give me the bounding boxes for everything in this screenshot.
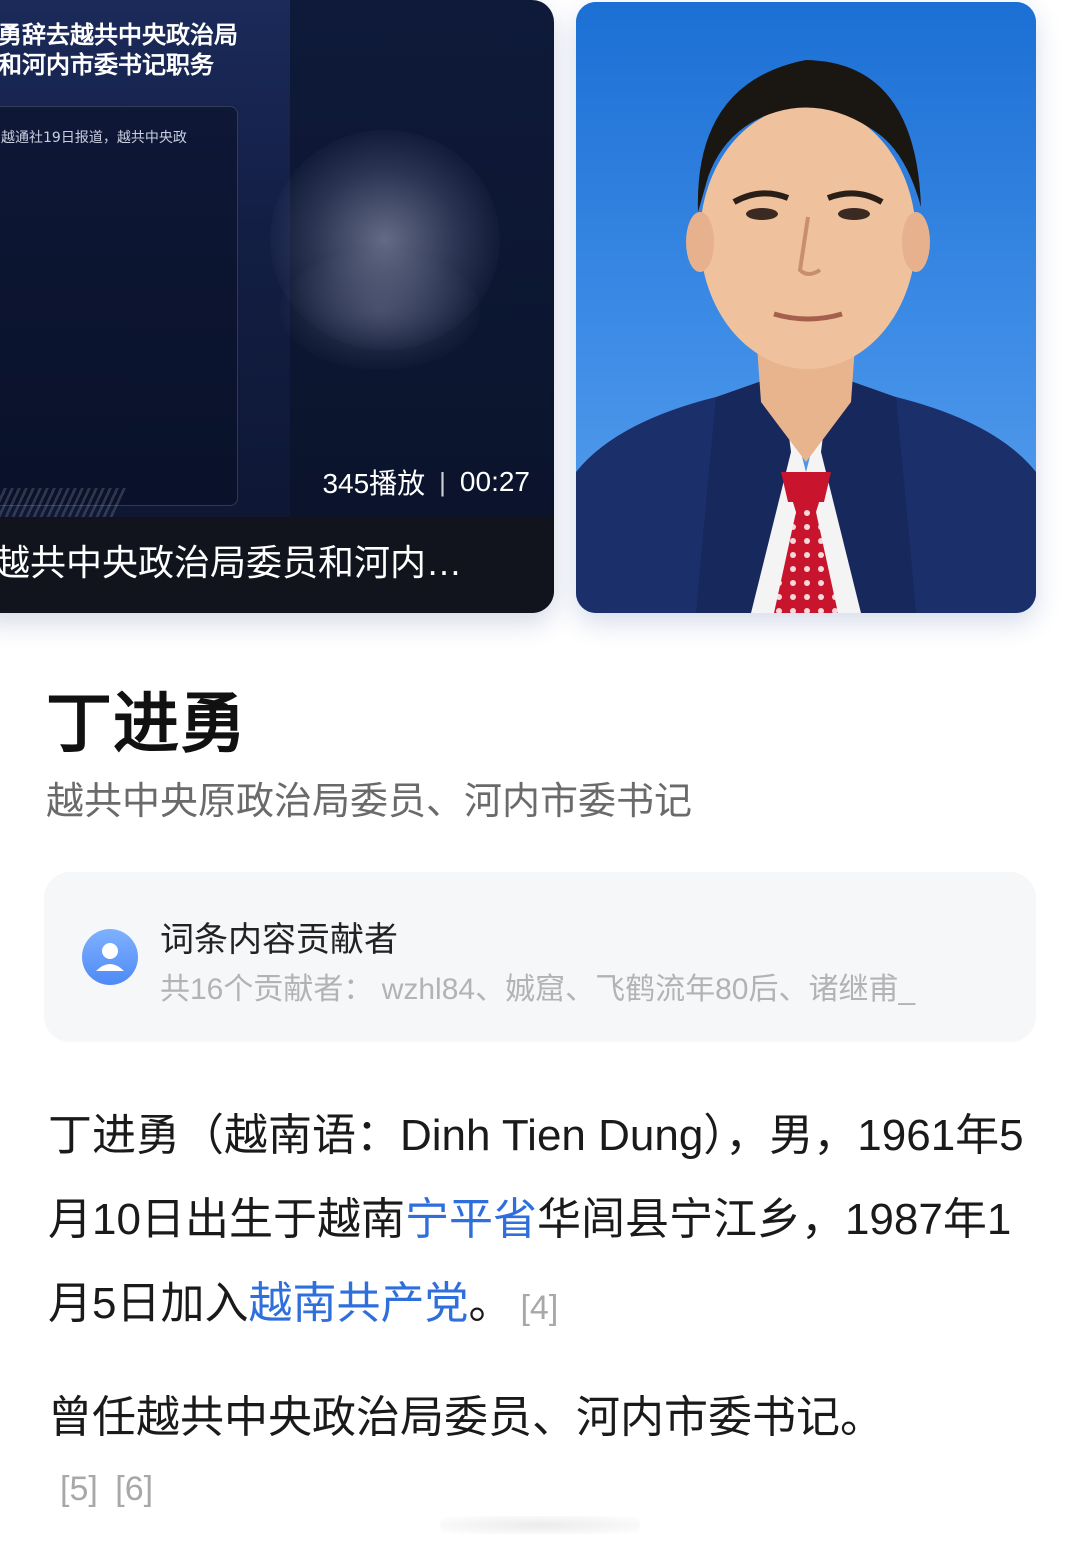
video-inner-text: 越通社19日报道，越共中央政 (1, 130, 187, 146)
video-meta-separator: | (439, 466, 446, 497)
baike-entry-page: 勇辞去越共中央政治局 和河内市委书记职务 越通社19日报道，越共中央政 345播… (0, 0, 1080, 1546)
user-icon (82, 929, 138, 985)
reference-6[interactable]: [6] (115, 1470, 153, 1508)
video-headline-line2: 和河内市委书记职务 (0, 51, 214, 79)
intro-paragraph: 丁进勇（越南语：Dinh Tien Dung），男，1961年5月10日出生于越… (48, 1094, 1038, 1346)
link-ningbinh-province[interactable]: 宁平省 (405, 1195, 537, 1244)
career-paragraph: 曾任越共中央政治局委员、河内市委书记。 (48, 1393, 884, 1442)
references-line: [5] [6] (60, 1470, 161, 1509)
video-card[interactable]: 勇辞去越共中央政治局 和河内市委书记职务 越通社19日报道，越共中央政 345播… (0, 0, 554, 613)
bottom-shadow (440, 1516, 640, 1534)
video-meta: 345播放 | 00:27 (322, 462, 530, 502)
video-decoration (0, 488, 127, 518)
link-vietnam-communist-party[interactable]: 越南共产党 (248, 1279, 468, 1328)
contributors-card[interactable]: 词条内容贡献者 共16个贡献者： wzhl84、娍窟、飞鹤流年80后、诸继甫_ (44, 872, 1036, 1042)
contributors-title: 词条内容贡献者 (160, 921, 398, 959)
video-blur-region-2 (280, 250, 480, 370)
video-duration: 00:27 (459, 466, 530, 497)
video-play-count: 345播放 (322, 468, 426, 499)
video-title[interactable]: 越共中央政治局委员和河内… (0, 539, 554, 587)
portrait-image[interactable] (576, 2, 1036, 613)
person-subtitle: 越共中央原政治局委员、河内市委书记 (46, 781, 693, 823)
reference-4[interactable]: [4] (520, 1289, 558, 1327)
intro-text-c: 。 (468, 1279, 513, 1328)
person-portrait-icon (576, 2, 1036, 613)
video-headline-line1: 勇辞去越共中央政治局 (0, 21, 238, 49)
video-title-bar: 越共中央政治局委员和河内… (0, 517, 554, 613)
video-inner-panel: 越通社19日报道，越共中央政 (0, 106, 238, 506)
reference-5[interactable]: [5] (60, 1470, 98, 1508)
person-name: 丁进勇 (46, 686, 247, 760)
contributors-list[interactable]: 共16个贡献者： wzhl84、娍窟、飞鹤流年80后、诸继甫_ (160, 964, 990, 1008)
user-avatar-icon (96, 943, 124, 971)
video-headline: 勇辞去越共中央政治局 和河内市委书记职务 (0, 20, 288, 80)
